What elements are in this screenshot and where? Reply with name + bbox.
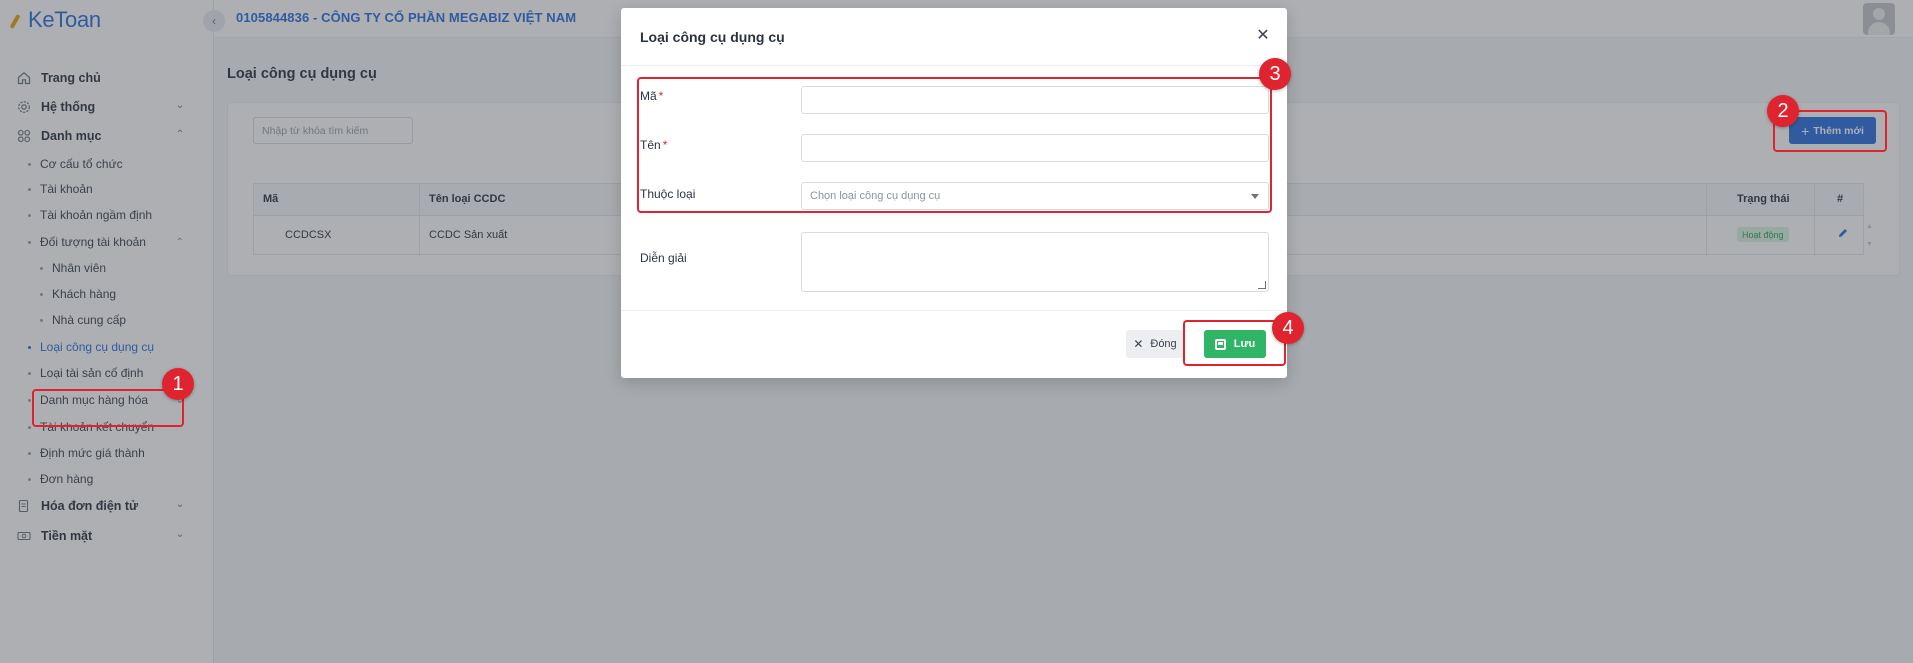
modal-header: Loại công cụ dụng cụ ✕ bbox=[621, 8, 1287, 66]
annotation-badge-2: 2 bbox=[1767, 95, 1799, 127]
modal-title: Loại công cụ dụng cụ bbox=[640, 29, 785, 45]
close-icon: ✕ bbox=[1133, 337, 1144, 351]
close-button[interactable]: ✕ Đóng bbox=[1126, 330, 1184, 358]
annotation-badge-4: 4 bbox=[1272, 312, 1304, 344]
footer-divider bbox=[621, 310, 1287, 311]
annotation-badge-3: 3 bbox=[1259, 58, 1291, 90]
description-textarea[interactable] bbox=[801, 232, 1269, 292]
annotation-box-3 bbox=[637, 77, 1272, 213]
annotation-box-4 bbox=[1183, 320, 1286, 366]
annotation-badge-1: 1 bbox=[162, 368, 194, 400]
annotation-box-1 bbox=[32, 389, 184, 427]
resize-handle-icon[interactable] bbox=[1258, 281, 1266, 289]
close-icon[interactable]: ✕ bbox=[1254, 27, 1272, 45]
description-label: Diễn giải bbox=[640, 251, 687, 265]
